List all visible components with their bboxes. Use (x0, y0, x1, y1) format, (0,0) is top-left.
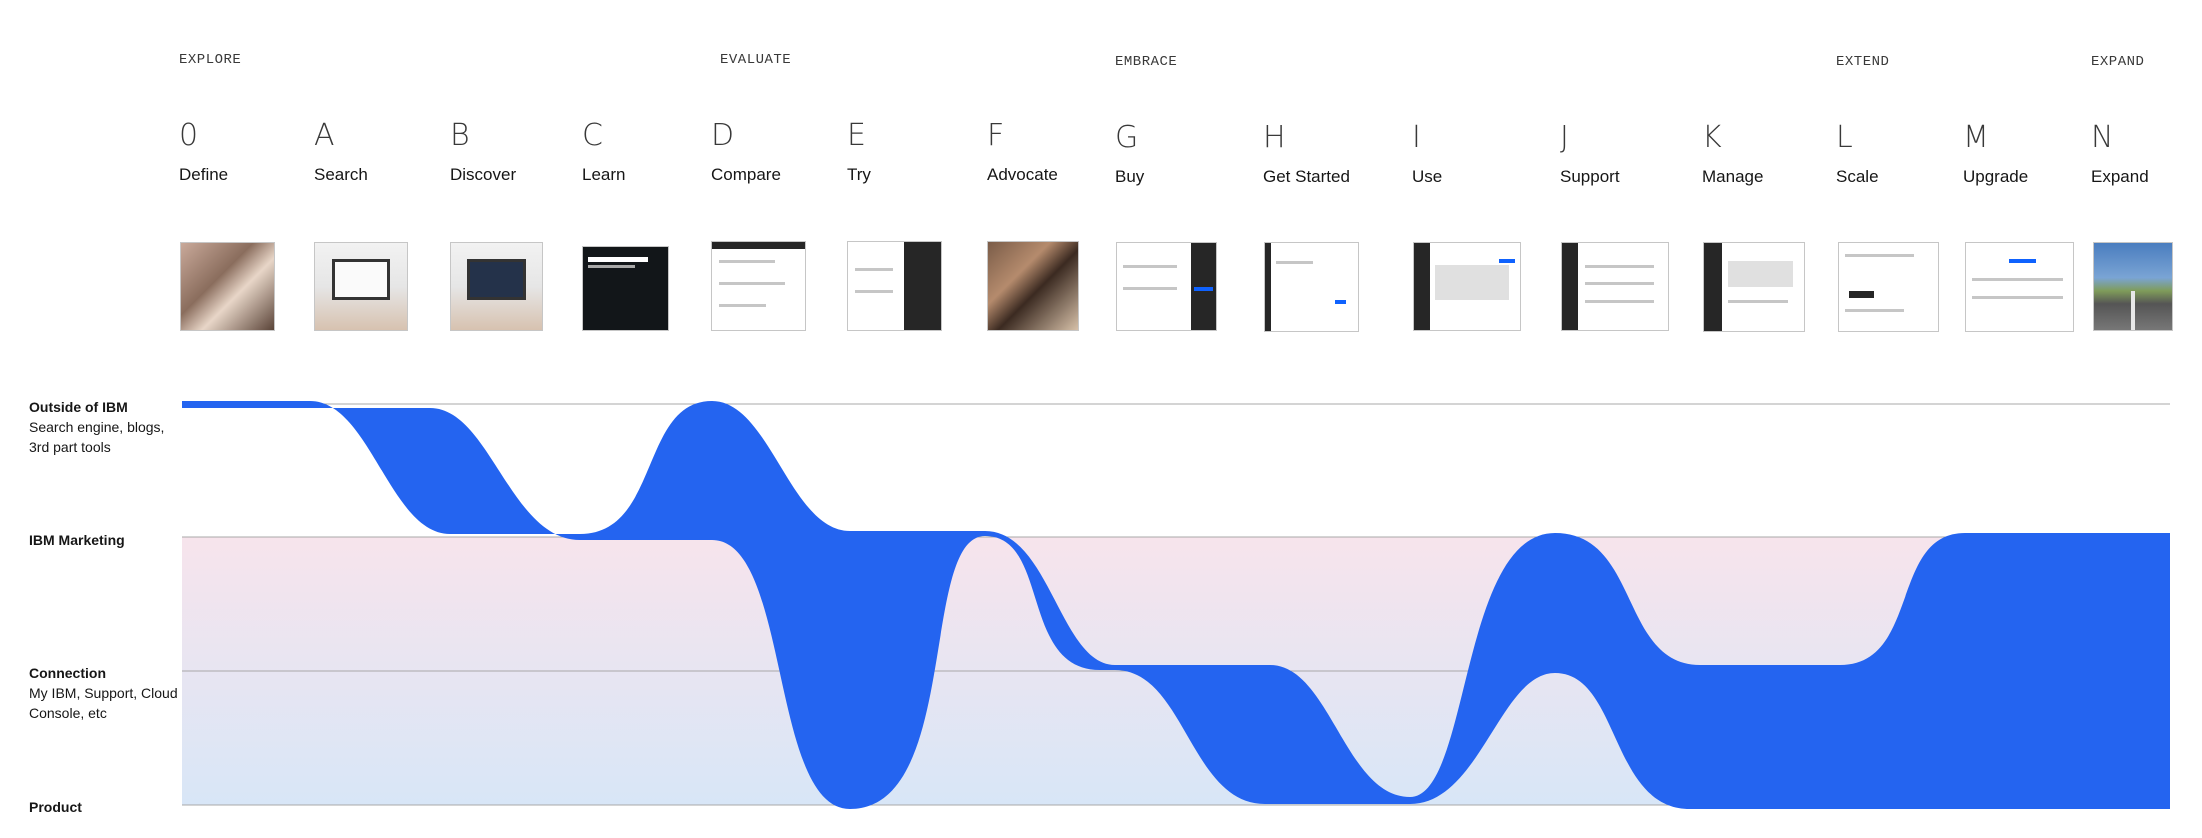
journey-flow-diagram (182, 401, 2170, 809)
